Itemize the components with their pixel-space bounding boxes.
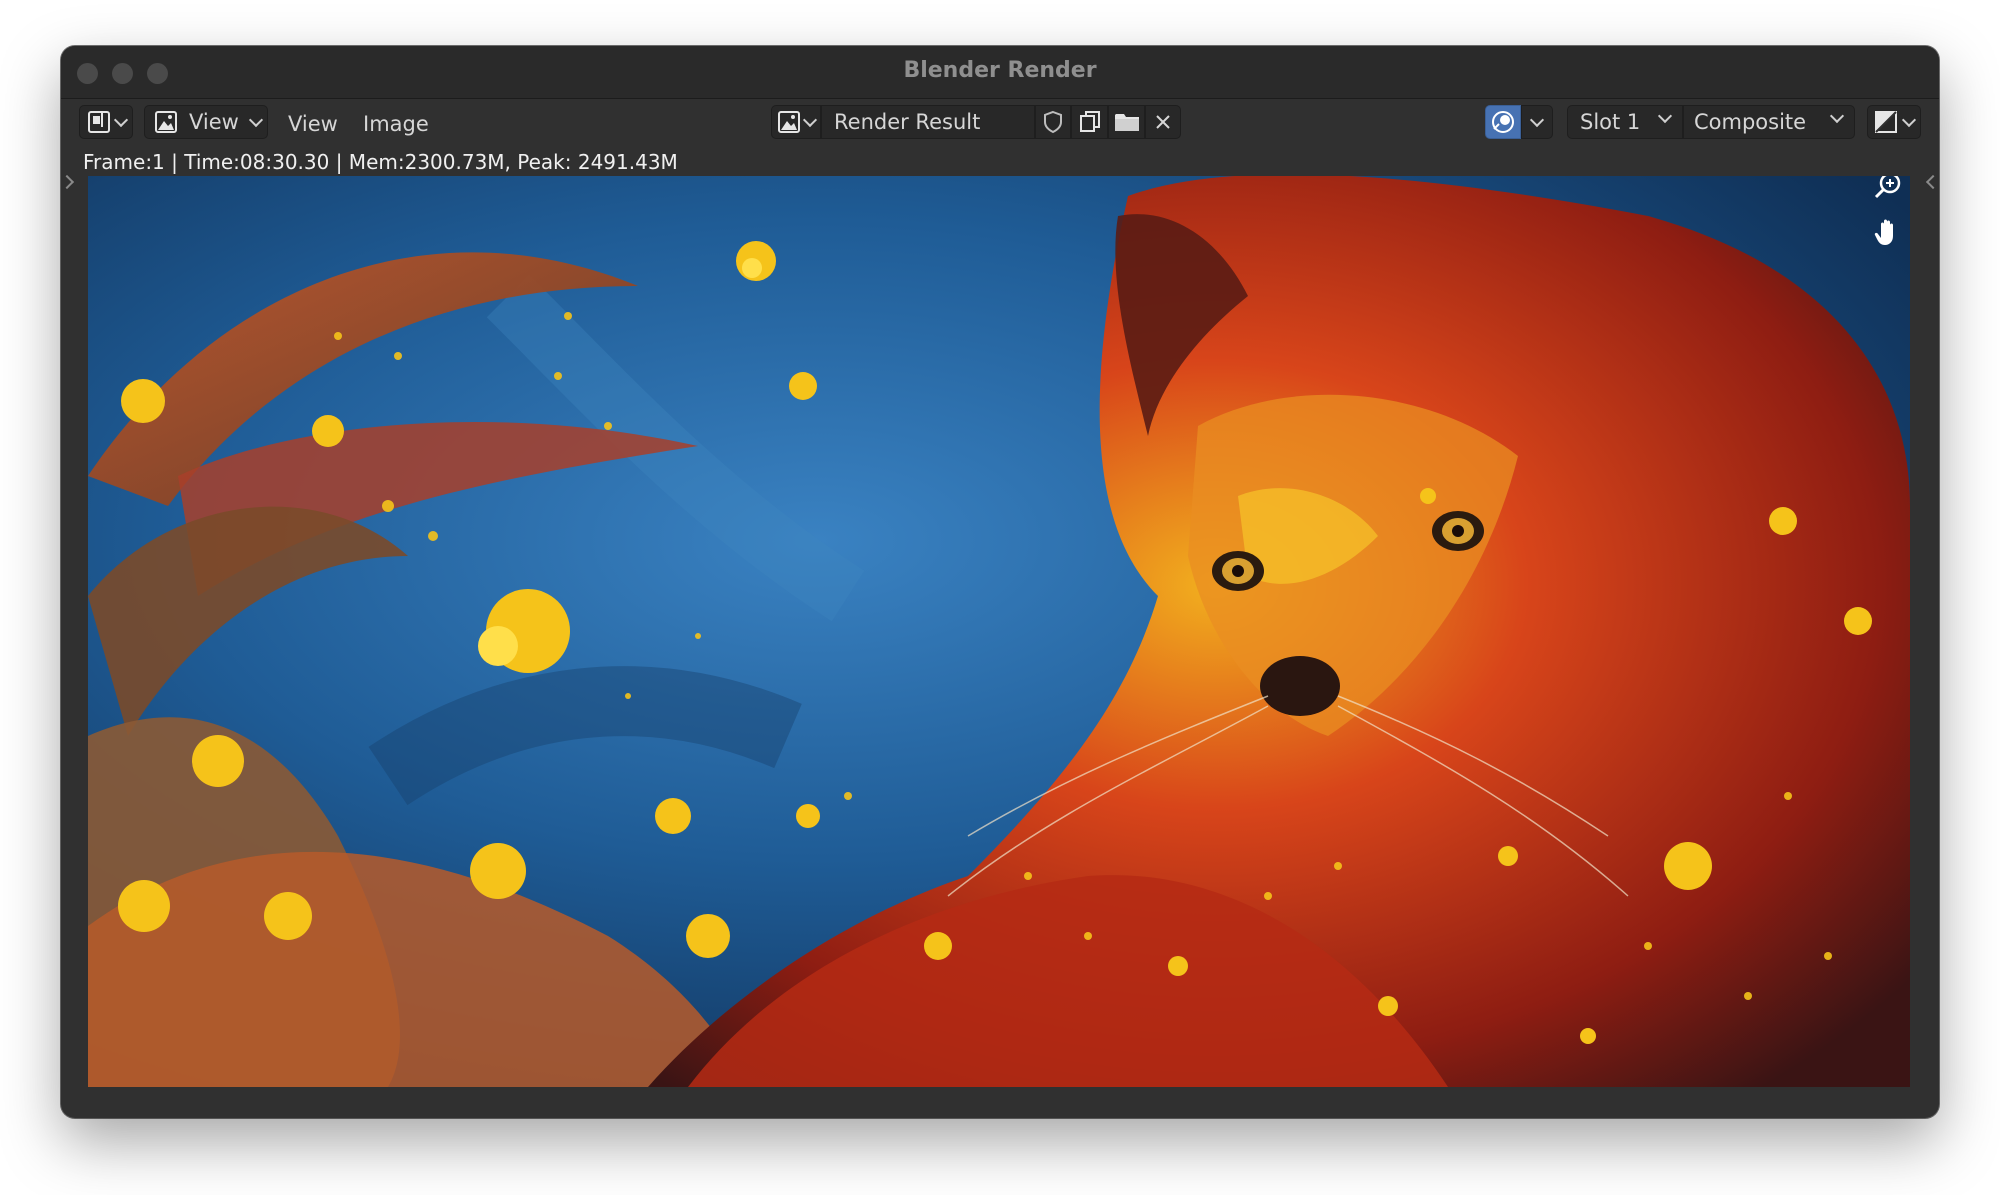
editor-type-button[interactable]	[79, 105, 133, 139]
zoom-icon	[1873, 176, 1903, 201]
sidebar-expand-arrow[interactable]	[1925, 174, 1939, 190]
close-icon	[1154, 113, 1172, 131]
chevron-down-icon	[1529, 112, 1545, 127]
image-editor-icon	[84, 110, 114, 134]
browse-image-button[interactable]	[771, 105, 821, 139]
menu-view[interactable]: View	[288, 112, 338, 136]
render-result-canvas[interactable]	[88, 176, 1910, 1087]
window-title: Blender Render	[903, 58, 1097, 83]
new-image-button[interactable]	[1071, 105, 1108, 139]
image-editor-header: View View Image Render Result Slot 1 Com…	[61, 99, 1939, 145]
blender-render-window: Blender Render View View Image Render Re…	[61, 46, 1939, 1118]
image-name-label: Render Result	[834, 110, 981, 134]
render-status-text: Frame:1 | Time:08:30.30 | Mem:2300.73M, …	[83, 150, 678, 174]
render-layer-label: Composite	[1694, 110, 1807, 134]
browse-image-icon	[775, 110, 803, 134]
chevron-down-icon	[248, 112, 263, 127]
title-bar: Blender Render	[61, 46, 1939, 99]
duplicate-icon	[1078, 110, 1102, 134]
chevron-down-icon	[1829, 108, 1845, 124]
slot-dropdown[interactable]: Slot 1	[1567, 105, 1683, 139]
mode-dropdown[interactable]: View	[144, 105, 268, 139]
folder-icon	[1114, 111, 1140, 133]
chevron-down-icon	[113, 112, 129, 127]
chevron-down-icon	[1657, 108, 1673, 124]
render-result-image	[88, 176, 1910, 1087]
unlink-image-button[interactable]	[1145, 105, 1181, 139]
display-channels-icon	[1874, 110, 1898, 134]
slot-label: Slot 1	[1580, 110, 1641, 134]
menu-image[interactable]: Image	[363, 112, 429, 136]
pan-gizmo[interactable]	[1868, 212, 1908, 252]
shield-icon	[1042, 110, 1064, 134]
mode-dropdown-label: View	[189, 110, 239, 134]
open-image-button[interactable]	[1108, 105, 1145, 139]
gizmo-toggle-button[interactable]	[1485, 105, 1521, 139]
gizmo-menu-button[interactable]	[1521, 105, 1553, 139]
gizmo-icon	[1490, 109, 1516, 135]
chevron-down-icon	[1901, 112, 1917, 127]
hand-icon	[1873, 217, 1903, 247]
chevron-down-icon	[802, 112, 818, 127]
fake-user-button[interactable]	[1035, 105, 1071, 139]
view-mode-icon	[151, 110, 181, 134]
render-layer-dropdown[interactable]: Composite	[1683, 105, 1855, 139]
display-channels-dropdown[interactable]	[1867, 105, 1921, 139]
image-name-field[interactable]: Render Result	[821, 105, 1035, 139]
toolbar-expand-arrow[interactable]	[61, 174, 75, 190]
